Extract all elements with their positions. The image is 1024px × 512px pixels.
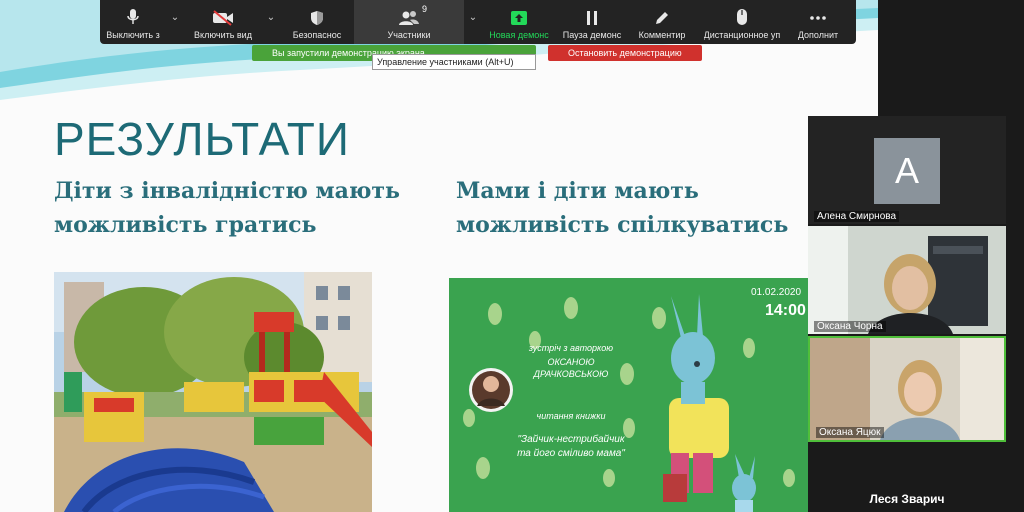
video-options-caret[interactable]: ⌄ [262, 0, 280, 44]
participant-tile-active-speaker[interactable]: Оксана Яцюк [808, 336, 1006, 442]
more-button[interactable]: Дополнит [788, 0, 848, 44]
chevron-down-icon: ⌄ [468, 12, 478, 23]
mute-label: Выключить з [106, 30, 160, 40]
meeting-toolbar: Выключить з ⌄ Включить вид ⌄ Безопаснос … [100, 0, 856, 44]
chevron-down-icon: ⌄ [266, 12, 276, 23]
participant-name: Алена Смирнова [814, 211, 900, 222]
audio-options-caret[interactable]: ⌄ [166, 0, 184, 44]
shield-icon [311, 11, 323, 25]
new-share-button[interactable]: Новая демонс [482, 0, 556, 44]
pause-share-button[interactable]: Пауза демонс [556, 0, 628, 44]
more-label: Дополнит [797, 30, 839, 40]
poster-line-2: ОКСАНОЮ ДРАЧКОВСЬКОЮ [533, 357, 609, 379]
start-video-label: Включить вид [194, 30, 252, 40]
participant-tile[interactable]: A Алена Смирнова [808, 116, 1006, 224]
avatar: A [874, 138, 940, 204]
annotate-label: Комментир [638, 30, 686, 40]
participants-video-panel: A Алена Смирнова Оксана Чорна Оксана Яцю… [808, 116, 1006, 512]
more-icon [810, 16, 826, 20]
left-subtitle: Діти з інвалідністю мають можливість гра… [54, 178, 400, 238]
stop-share-label: Остановить демонстрацию [568, 48, 682, 58]
participants-label: Участники [387, 30, 431, 40]
participant-video [810, 338, 1004, 440]
security-label: Безопаснос [292, 30, 342, 40]
participants-icon [399, 11, 419, 25]
poster-line-3: читання книжки [536, 411, 606, 421]
slide-title: РЕЗУЛЬТАТИ [54, 113, 350, 165]
poster-time: 14:00 [765, 302, 806, 319]
annotate-button[interactable]: Комментир [628, 0, 696, 44]
participant-name: Оксана Чорна [814, 321, 886, 332]
poster-line-5: та його сміливо мама" [517, 448, 625, 459]
right-subtitle: Мами і діти мають можливість спілкуватис… [456, 178, 789, 238]
participants-count: 9 [422, 4, 428, 14]
poster-date: 01.02.2020 [751, 287, 802, 298]
video-off-icon [213, 10, 233, 26]
pause-icon [587, 11, 597, 25]
stop-share-button[interactable]: Остановить демонстрацию [548, 45, 702, 61]
participants-button[interactable]: 9 Участники [354, 0, 464, 44]
chevron-down-icon: ⌄ [170, 12, 180, 23]
mouse-icon [737, 9, 747, 25]
participant-tile[interactable]: Леся Зварич [808, 444, 1006, 512]
playground-photo [54, 272, 372, 512]
remote-control-label: Дистанционное уп [703, 30, 781, 40]
tooltip-text: Управление участниками (Alt+U) [377, 57, 514, 67]
new-share-label: Новая демонс [489, 30, 549, 40]
pencil-icon [656, 12, 668, 24]
participant-video [808, 226, 1006, 334]
remote-control-button[interactable]: Дистанционное уп [696, 0, 788, 44]
mute-button[interactable]: Выключить з [100, 0, 166, 44]
poster-line-1: зустріч з авторкою [528, 343, 614, 353]
security-button[interactable]: Безопаснос [280, 0, 354, 44]
microphone-icon [127, 9, 139, 24]
participant-name: Оксана Яцюк [816, 427, 884, 438]
poster-line-4: "Зайчик-нестрибайчик [517, 434, 625, 445]
participants-options-caret[interactable]: ⌄ [464, 0, 482, 44]
participant-tile[interactable]: Оксана Чорна [808, 226, 1006, 334]
share-screen-icon [511, 11, 527, 25]
poster-art [463, 294, 795, 512]
event-poster: 01.02.2020 14:00 зустріч з авторкою ОКСА… [449, 278, 809, 512]
start-video-button[interactable]: Включить вид [184, 0, 262, 44]
participant-name: Леся Зварич [869, 492, 945, 506]
shared-slide: РЕЗУЛЬТАТИ Діти з інвалідністю мають мож… [0, 0, 878, 512]
pause-share-label: Пауза демонс [562, 30, 622, 40]
participants-tooltip: Управление участниками (Alt+U) [372, 54, 536, 70]
